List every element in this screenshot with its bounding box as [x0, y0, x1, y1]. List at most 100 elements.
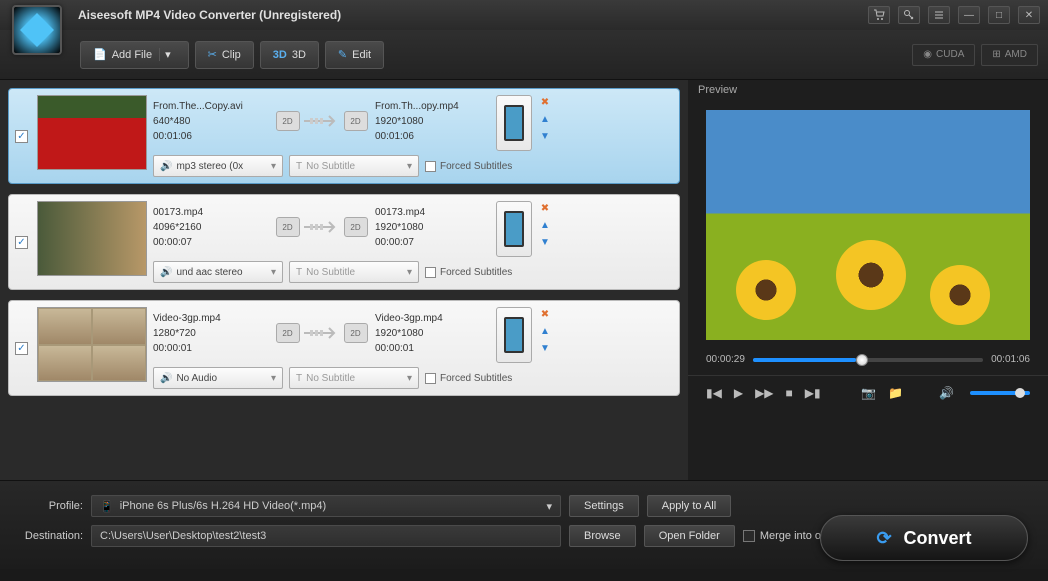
forced-subtitles-checkbox[interactable]: Forced Subtitles [425, 261, 512, 283]
preview-video[interactable] [706, 110, 1030, 340]
source-info: 00173.mp44096*216000:00:07 [153, 201, 268, 254]
target-info: Video-3gp.mp41920*108000:00:01 [375, 307, 490, 360]
scissors-icon: ✂ [208, 48, 217, 61]
file-item[interactable]: ✓ 00173.mp44096*216000:00:07 2D 2D 00173… [8, 194, 680, 290]
audio-select[interactable]: 🔊und aac stereo▾ [153, 261, 283, 283]
destination-field[interactable]: C:\Users\User\Desktop\test2\test3 [91, 525, 561, 547]
refresh-icon: ⟳ [876, 528, 891, 549]
cart-icon[interactable] [868, 6, 890, 24]
convert-label: Convert [904, 528, 972, 549]
close-button[interactable]: ✕ [1018, 6, 1040, 24]
forced-subtitles-checkbox[interactable]: Forced Subtitles [425, 155, 512, 177]
edit-button[interactable]: ✎ Edit [325, 41, 384, 69]
add-file-label: Add File [112, 49, 152, 61]
remove-icon[interactable]: ✖ [541, 309, 549, 320]
remove-icon[interactable]: ✖ [541, 97, 549, 108]
preview-panel: Preview 00:00:29 00:01:06 ▮◀ ▶ ▶▶ ■ ▶▮ 📷… [688, 80, 1048, 480]
destination-label: Destination: [18, 530, 83, 542]
chevron-down-icon: ▾ [546, 500, 552, 513]
move-down-icon[interactable]: ▼ [540, 343, 550, 354]
toolbar: 📄 Add File ▾ ✂ Clip 3D 3D ✎ Edit ◉CUDA ⊞… [0, 30, 1048, 80]
phone-icon: 📱 [100, 500, 114, 513]
forward-button[interactable]: ▶▶ [755, 386, 773, 400]
amd-button[interactable]: ⊞ AMD [981, 44, 1038, 66]
device-icon [496, 95, 532, 151]
open-folder-button[interactable]: Open Folder [644, 525, 735, 547]
stop-button[interactable]: ■ [786, 386, 793, 400]
volume-icon[interactable]: 🔊 [939, 386, 954, 400]
item-checkbox[interactable]: ✓ [15, 130, 28, 143]
text-icon: T [296, 267, 302, 278]
profile-select[interactable]: 📱 iPhone 6s Plus/6s H.264 HD Video(*.mp4… [91, 495, 561, 517]
conversion-arrow: 2D 2D [274, 207, 369, 247]
play-button[interactable]: ▶ [734, 386, 743, 400]
move-up-icon[interactable]: ▲ [540, 220, 550, 231]
subtitle-select[interactable]: TNo Subtitle▾ [289, 367, 419, 389]
target-info: 00173.mp41920*108000:00:07 [375, 201, 490, 254]
cuda-button[interactable]: ◉CUDA [912, 44, 975, 66]
file-item[interactable]: ✓ Video-3gp.mp41280*72000:00:01 2D 2D Vi… [8, 300, 680, 396]
amd-label: AMD [1005, 49, 1027, 60]
preview-header: Preview [688, 80, 1048, 102]
menu-icon[interactable] [928, 6, 950, 24]
audio-select[interactable]: 🔊mp3 stereo (0x▾ [153, 155, 283, 177]
audio-select[interactable]: 🔊No Audio▾ [153, 367, 283, 389]
seek-bar[interactable] [753, 358, 983, 362]
next-button[interactable]: ▶▮ [805, 386, 821, 400]
bottom-bar: Profile: 📱 iPhone 6s Plus/6s H.264 HD Vi… [0, 480, 1048, 569]
app-title: Aiseesoft MP4 Video Converter (Unregiste… [78, 8, 341, 22]
remove-icon[interactable]: ✖ [541, 203, 549, 214]
thumbnail[interactable] [37, 95, 147, 170]
file-list: ✓ From.The...Copy.avi640*48000:01:06 2D … [0, 80, 688, 480]
settings-button[interactable]: Settings [569, 495, 639, 517]
forced-subtitles-checkbox[interactable]: Forced Subtitles [425, 367, 512, 389]
3d-icon: 3D [273, 49, 287, 61]
item-checkbox[interactable]: ✓ [15, 236, 28, 249]
target-info: From.Th...opy.mp41920*108000:01:06 [375, 95, 490, 148]
profile-label: Profile: [18, 500, 83, 512]
add-file-dropdown-arrow[interactable]: ▾ [159, 48, 176, 61]
maximize-button[interactable]: □ [988, 6, 1010, 24]
cuda-label: CUDA [936, 49, 964, 60]
edit-icon: ✎ [338, 48, 347, 61]
device-icon [496, 307, 532, 363]
move-down-icon[interactable]: ▼ [540, 237, 550, 248]
edit-label: Edit [352, 49, 371, 61]
prev-button[interactable]: ▮◀ [706, 386, 722, 400]
minimize-button[interactable]: — [958, 6, 980, 24]
item-checkbox[interactable]: ✓ [15, 342, 28, 355]
file-item[interactable]: ✓ From.The...Copy.avi640*48000:01:06 2D … [8, 88, 680, 184]
clip-button[interactable]: ✂ Clip [195, 41, 254, 69]
current-time: 00:00:29 [706, 354, 745, 365]
add-file-button[interactable]: 📄 Add File ▾ [80, 41, 189, 69]
convert-button[interactable]: ⟳ Convert [820, 515, 1028, 561]
key-icon[interactable] [898, 6, 920, 24]
subtitle-select[interactable]: TNo Subtitle▾ [289, 155, 419, 177]
3d-label: 3D [292, 49, 306, 61]
text-icon: T [296, 161, 302, 172]
speaker-icon: 🔊 [160, 267, 172, 278]
3d-button[interactable]: 3D 3D [260, 41, 319, 69]
browse-button[interactable]: Browse [569, 525, 636, 547]
merge-checkbox-box [743, 530, 755, 542]
thumbnail[interactable] [37, 201, 147, 276]
subtitle-select[interactable]: TNo Subtitle▾ [289, 261, 419, 283]
apply-all-button[interactable]: Apply to All [647, 495, 731, 517]
total-time: 00:01:06 [991, 354, 1030, 365]
destination-value: C:\Users\User\Desktop\test2\test3 [100, 530, 266, 542]
amd-icon: ⊞ [992, 49, 1000, 60]
source-info: From.The...Copy.avi640*48000:01:06 [153, 95, 268, 148]
snapshot-button[interactable]: 📷 [861, 386, 876, 400]
volume-slider[interactable] [970, 391, 1030, 395]
clip-label: Clip [222, 49, 241, 61]
app-logo [12, 5, 62, 55]
thumbnail[interactable] [37, 307, 147, 382]
move-up-icon[interactable]: ▲ [540, 114, 550, 125]
source-info: Video-3gp.mp41280*72000:00:01 [153, 307, 268, 360]
speaker-icon: 🔊 [160, 161, 172, 172]
move-up-icon[interactable]: ▲ [540, 326, 550, 337]
conversion-arrow: 2D 2D [274, 313, 369, 353]
speaker-icon: 🔊 [160, 373, 172, 384]
move-down-icon[interactable]: ▼ [540, 131, 550, 142]
folder-button[interactable]: 📁 [888, 386, 903, 400]
